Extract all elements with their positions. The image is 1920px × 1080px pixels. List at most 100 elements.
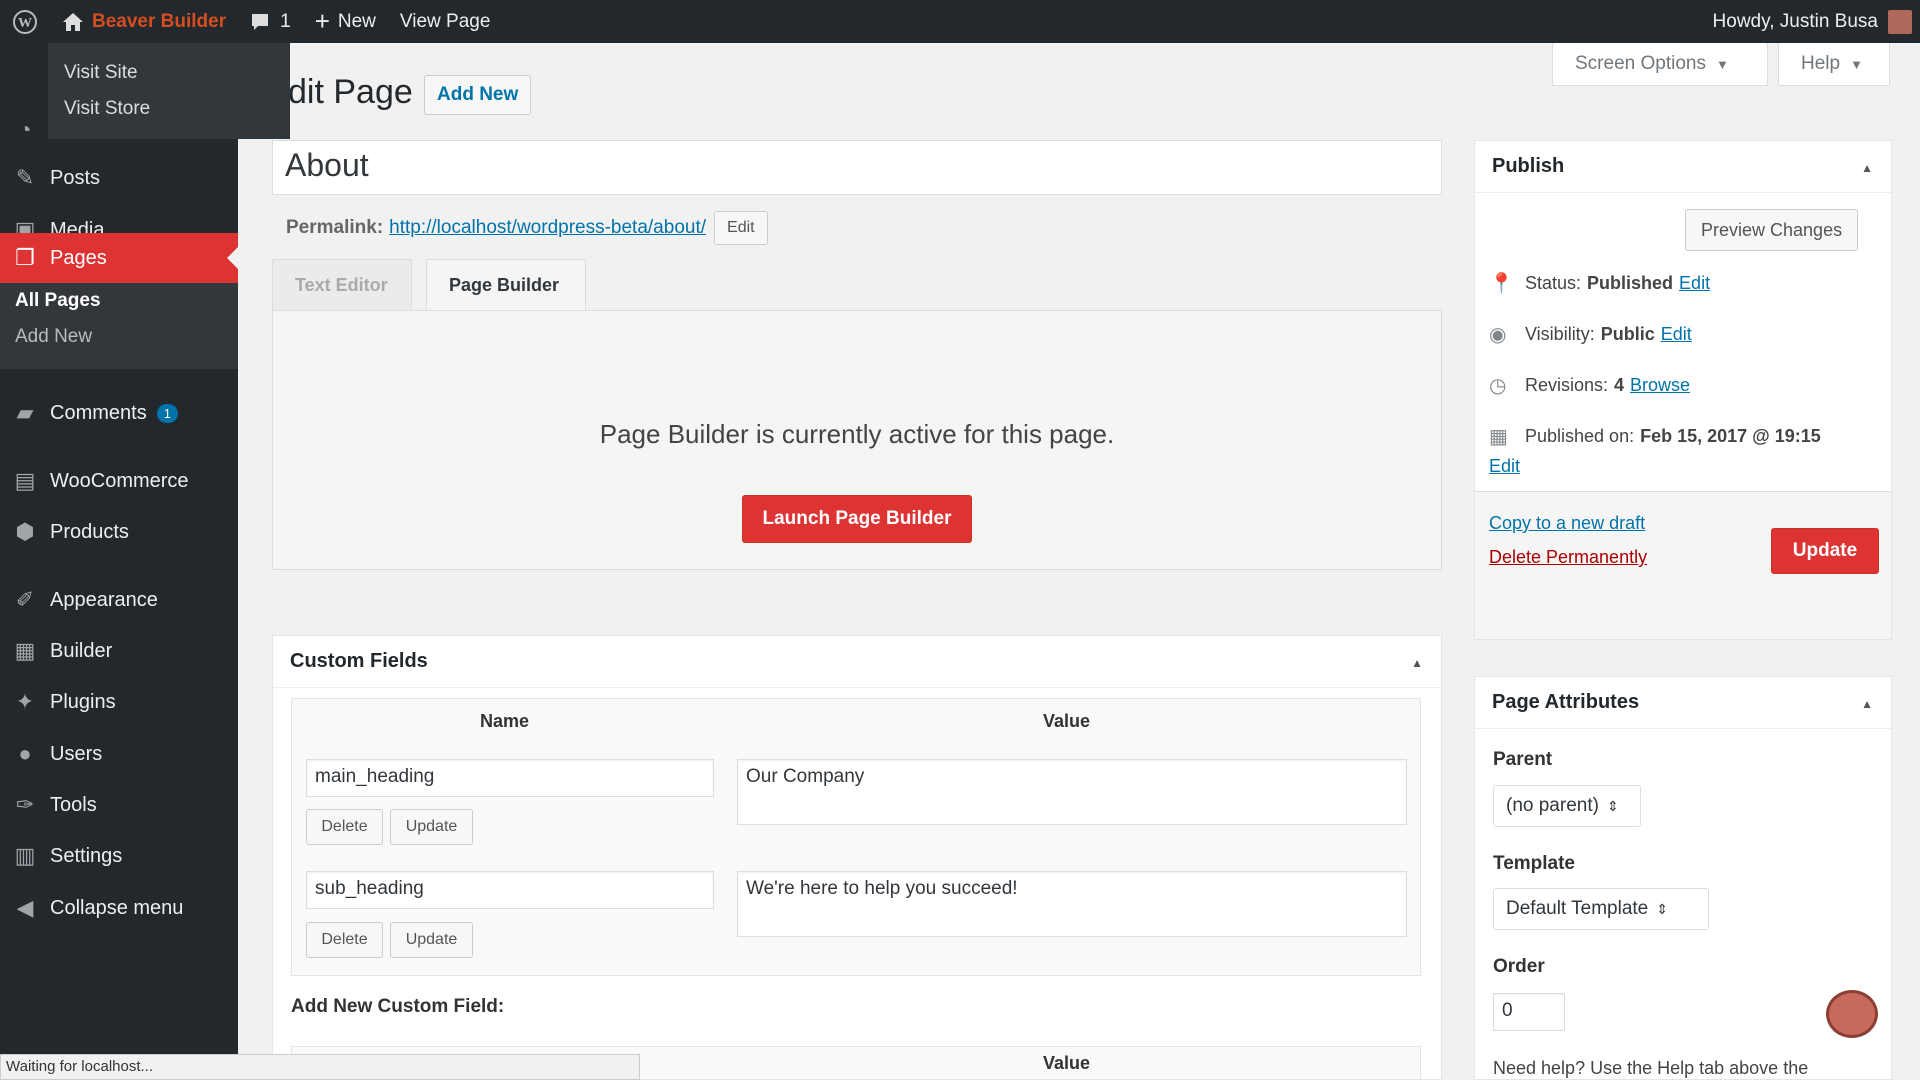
tab-page-builder[interactable]: Page Builder — [426, 259, 586, 311]
edit-status-link[interactable]: Edit — [1679, 273, 1710, 294]
comments-menu[interactable]: 1 — [238, 0, 303, 43]
plus-icon: + — [314, 6, 330, 36]
caret-down-icon: ▼ — [1850, 56, 1863, 72]
visit-store-link[interactable]: Visit Store — [48, 91, 290, 127]
permalink-link[interactable]: http://localhost/wordpress-beta/about/ — [389, 217, 706, 239]
sidebar-item-appearance[interactable]: ✐ Appearance — [0, 575, 238, 625]
visibility-value: Public — [1600, 324, 1655, 344]
page-attributes-header[interactable]: Page Attributes ▲ — [1475, 677, 1891, 729]
update-button[interactable]: Update — [1771, 528, 1879, 574]
custom-fields-header[interactable]: Custom Fields ▲ — [273, 636, 1441, 688]
sidebar-item-plugins[interactable]: ✦ Plugins — [0, 677, 238, 727]
status-label: Status: — [1525, 273, 1582, 293]
launch-page-builder-button[interactable]: Launch Page Builder — [742, 495, 972, 543]
order-input[interactable]: 0 — [1493, 993, 1565, 1031]
custom-fields-title: Custom Fields — [290, 650, 428, 672]
collapse-arrow-icon[interactable]: ▲ — [1861, 161, 1873, 175]
site-menu[interactable]: Beaver Builder — [50, 0, 238, 43]
screen-options-label: Screen Options — [1575, 53, 1706, 74]
sidebar-item-label: Tools — [50, 793, 97, 816]
main-content: Screen Options ▼ Help ▼ dit Page Add New… — [238, 43, 1920, 1080]
avatar[interactable] — [1888, 9, 1912, 34]
delete-field-button[interactable]: Delete — [306, 809, 383, 845]
wordpress-logo-icon[interactable]: W — [0, 0, 50, 43]
sidebar-item-label: Builder — [50, 639, 113, 662]
howdy-account[interactable]: Howdy, Justin Busa — [1713, 11, 1878, 33]
published-on-row: ▦ Published on: Feb 15, 2017 @ 19:15 — [1489, 424, 1827, 449]
svg-text:W: W — [18, 16, 32, 31]
sidebar-item-label: Products — [50, 520, 129, 543]
submenu-all-pages[interactable]: All Pages — [0, 283, 238, 319]
tab-text-editor[interactable]: Text Editor — [272, 259, 412, 311]
sidebar-item-label: Comments — [50, 401, 147, 424]
beaver-mascot-icon[interactable] — [1826, 990, 1878, 1038]
sidebar-item-posts[interactable]: ✎ Posts — [0, 153, 238, 203]
edit-permalink-button[interactable]: Edit — [714, 211, 768, 245]
sidebar-item-pages[interactable]: ❐ Pages — [0, 233, 238, 283]
help-button[interactable]: Help ▼ — [1778, 43, 1890, 86]
status-value: Published — [1587, 273, 1674, 293]
custom-field-value-textarea[interactable]: We're here to help you succeed! — [737, 871, 1407, 937]
comments-badge: 1 — [156, 403, 178, 423]
users-icon: ● — [18, 741, 32, 766]
delete-field-button[interactable]: Delete — [306, 922, 383, 958]
sidebar-item-builder[interactable]: ▦ Builder — [0, 626, 238, 676]
builder-active-message: Page Builder is currently active for thi… — [599, 419, 1115, 449]
custom-field-value-textarea[interactable]: Our Company — [737, 759, 1407, 825]
admin-sidebar: ◔ ✎ Posts ▣ Media ❐ Pages All Pages Add … — [0, 43, 238, 1080]
sidebar-item-settings[interactable]: ▥ Settings — [0, 831, 238, 881]
eye-icon: ◉ — [1489, 324, 1507, 346]
new-content-menu[interactable]: + New — [303, 0, 388, 43]
site-dropdown-menu: Visit Site Visit Store — [48, 43, 290, 139]
post-title-input[interactable]: About — [272, 140, 1442, 195]
screen-options-button[interactable]: Screen Options ▼ — [1552, 43, 1768, 86]
preview-changes-button[interactable]: Preview Changes — [1685, 209, 1859, 251]
sidebar-item-comments[interactable]: ▰ Comments 1 — [0, 388, 238, 438]
update-field-button[interactable]: Update — [390, 809, 473, 845]
pages-submenu: All Pages Add New — [0, 283, 238, 369]
view-page-link[interactable]: View Page — [388, 0, 503, 43]
sidebar-item-products[interactable]: ⬢ Products — [0, 507, 238, 557]
custom-field-name-input[interactable]: main_heading — [306, 759, 714, 797]
copy-to-draft-link[interactable]: Copy to a new draft — [1489, 513, 1645, 534]
collapse-arrow-icon[interactable]: ▲ — [1861, 697, 1873, 711]
delete-permanently-link[interactable]: Delete Permanently — [1489, 547, 1647, 568]
sidebar-item-label: Appearance — [50, 588, 158, 611]
custom-field-name-input[interactable]: sub_heading — [306, 871, 714, 909]
custom-fields-table: Name Value main_heading Our Company Dele… — [291, 698, 1421, 976]
wrench-icon: ✑ — [15, 792, 35, 817]
collapse-arrow-icon[interactable]: ▲ — [1411, 656, 1423, 670]
browse-revisions-link[interactable]: Browse — [1630, 375, 1690, 396]
parent-select[interactable]: (no parent) ⇕ — [1493, 785, 1641, 827]
submenu-add-new[interactable]: Add New — [0, 319, 238, 355]
publish-header[interactable]: Publish ▲ — [1475, 141, 1891, 193]
browser-status-bar: Waiting for localhost... — [0, 1054, 640, 1080]
edit-date-link[interactable]: Edit — [1489, 456, 1520, 477]
template-select[interactable]: Default Template ⇕ — [1493, 888, 1709, 930]
builder-icon: ▦ — [14, 638, 36, 663]
calendar-icon: ▦ — [1489, 426, 1508, 448]
add-new-page-button[interactable]: Add New — [424, 75, 532, 115]
caret-down-icon: ▼ — [1715, 56, 1729, 72]
products-icon: ⬢ — [15, 519, 35, 544]
pin-icon: 📍 — [1489, 273, 1514, 295]
visit-site-link[interactable]: Visit Site — [48, 55, 290, 91]
help-text-line: Need help? Use the Help tab above the — [1493, 1058, 1809, 1078]
sidebar-item-tools[interactable]: ✑ Tools — [0, 780, 238, 830]
sidebar-item-label: WooCommerce — [50, 469, 189, 492]
edit-visibility-link[interactable]: Edit — [1661, 324, 1692, 345]
update-field-button[interactable]: Update — [390, 922, 473, 958]
select-arrows-icon: ⇕ — [1656, 900, 1668, 917]
sidebar-item-collapse[interactable]: ◀ Collapse menu — [0, 883, 238, 933]
publish-box: Publish ▲ Preview Changes 📍 Status: Publ… — [1474, 140, 1892, 640]
select-arrows-icon: ⇕ — [1606, 797, 1619, 814]
page-attributes-title: Page Attributes — [1492, 691, 1640, 713]
sidebar-item-label: Posts — [50, 166, 101, 189]
sidebar-item-label: Users — [50, 742, 103, 765]
woo-icon: ▤ — [14, 468, 36, 493]
sidebar-item-woocommerce[interactable]: ▤ WooCommerce — [0, 456, 238, 506]
sidebar-item-users[interactable]: ● Users — [0, 729, 238, 779]
site-name[interactable]: Beaver Builder — [92, 11, 226, 33]
collapse-icon: ◀ — [16, 895, 34, 920]
settings-icon: ▥ — [14, 843, 36, 868]
